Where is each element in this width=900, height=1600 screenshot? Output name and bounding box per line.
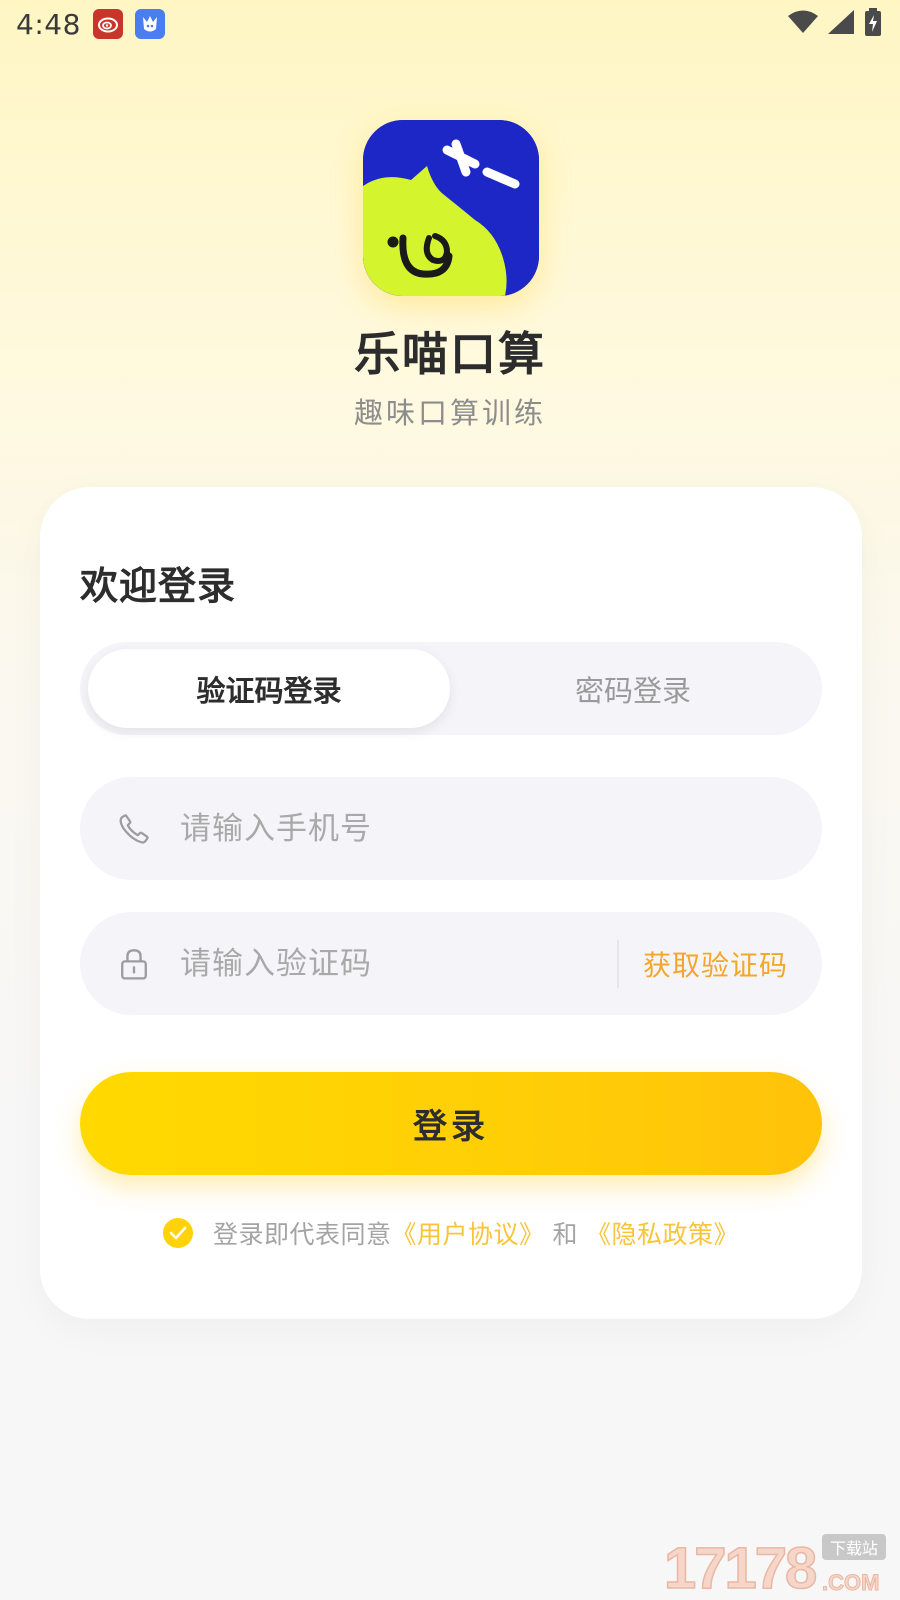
app-notification-icon	[134, 9, 165, 39]
login-button[interactable]: 登录	[80, 1072, 822, 1175]
login-card: 欢迎登录 验证码登录 密码登录 获取验证码 登录	[40, 487, 862, 1319]
status-right	[788, 8, 882, 40]
status-bar: 4:48	[0, 0, 900, 48]
battery-charging-icon	[864, 8, 882, 40]
watermark-number: 17178	[664, 1536, 816, 1596]
phone-icon	[114, 809, 154, 849]
privacy-policy-link[interactable]: 《隐私政策》	[586, 1215, 739, 1251]
agreement-row: 登录即代表同意 《用户协议》 和 《隐私政策》	[40, 1215, 862, 1251]
status-left: 4:48	[16, 8, 165, 41]
weibo-icon	[92, 9, 123, 39]
watermark-badge: 下载站	[830, 1539, 878, 1558]
login-method-tabs: 验证码登录 密码登录	[80, 642, 822, 735]
welcome-heading: 欢迎登录	[80, 564, 237, 608]
verification-code-input[interactable]	[180, 945, 617, 982]
app-title: 乐喵口算	[354, 327, 546, 381]
app-logo	[363, 120, 539, 296]
app-tagline: 趣味口算训练	[353, 396, 546, 430]
lock-icon	[114, 944, 154, 984]
verification-code-field: 获取验证码	[80, 912, 822, 1015]
phone-input[interactable]	[180, 810, 822, 847]
watermark-suffix: .COM	[822, 1570, 879, 1595]
agreement-prefix: 登录即代表同意	[212, 1220, 392, 1249]
status-time: 4:48	[16, 7, 81, 41]
user-agreement-link[interactable]: 《用户协议》	[391, 1215, 544, 1251]
watermark: 17178 .COM 下载站	[662, 1530, 892, 1600]
tab-password-login[interactable]: 密码登录	[452, 649, 814, 728]
wifi-icon	[788, 10, 818, 38]
field-divider	[616, 939, 619, 988]
agreement-checkbox[interactable]	[162, 1218, 193, 1248]
phone-field	[80, 777, 822, 880]
get-code-button[interactable]: 获取验证码	[643, 944, 788, 984]
cellular-signal-icon	[828, 10, 854, 38]
agreement-and: 和	[552, 1220, 579, 1249]
tab-sms-code-login[interactable]: 验证码登录	[88, 649, 450, 728]
check-icon	[169, 1226, 187, 1240]
